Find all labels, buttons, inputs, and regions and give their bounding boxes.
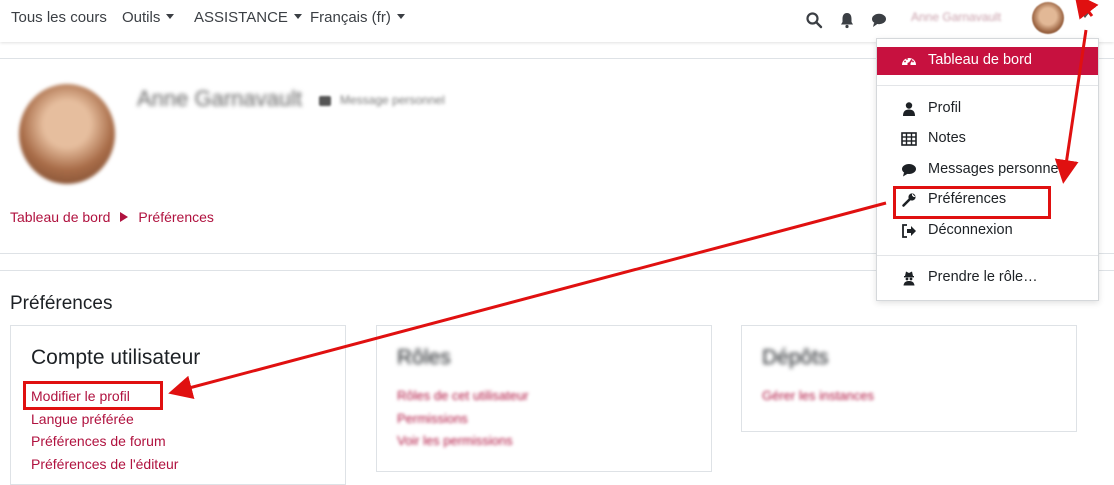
link-forum-preferences[interactable]: Préférences de forum [31,433,166,449]
table-icon [901,132,917,146]
nav-tools-label: Outils [122,9,161,26]
menu-divider [877,255,1098,256]
menu-item-label: Déconnexion [928,222,1013,238]
link-user-roles[interactable]: Rôles de cet utilisateur [397,388,529,403]
nav-all-courses[interactable]: Tous les cours [11,9,107,26]
link-preferred-language[interactable]: Langue préférée [31,411,134,427]
annotation-box-edit-profile [23,381,163,410]
envelope-icon [319,96,331,106]
card-title: Rôles [397,346,451,369]
nav-tools-menu[interactable]: Outils [122,9,175,26]
menu-item-label: Profil [928,100,962,116]
profile-avatar [19,84,115,184]
menu-item-label: Tableau de bord [928,52,1032,68]
comment-icon [902,164,916,177]
link-view-permissions[interactable]: Voir les permissions [397,433,513,448]
user-menu: Tableau de bord Profil Notes Messages pe… [876,38,1099,301]
menu-item-login-as-role[interactable]: Prendre le rôle… [877,264,1098,292]
chevron-down-icon [166,14,175,19]
menu-item-profile[interactable]: Profil [877,95,1098,123]
user-name[interactable]: Anne Garnavault [911,10,1001,24]
menu-item-logout[interactable]: Déconnexion [877,217,1098,245]
menu-item-label: Messages personnels [928,161,1070,177]
dashboard-icon [902,58,916,66]
card-title: Dépôts [762,346,829,369]
page-title: Préférences [10,293,113,314]
annotation-box-preferences [893,186,1051,219]
bell-icon[interactable] [838,11,856,29]
chat-icon[interactable] [870,11,888,29]
menu-item-dashboard[interactable]: Tableau de bord [877,47,1098,75]
message-link[interactable]: Message personnel [340,93,445,107]
menu-item-grades[interactable]: Notes [877,125,1098,153]
menu-item-label: Prendre le rôle… [928,269,1038,285]
nav-language-menu[interactable]: Français (fr) [310,9,405,26]
top-navbar: Tous les cours Outils ASSISTANCE Françai… [0,0,1114,42]
search-icon[interactable] [805,11,823,29]
nav-all-courses-label: Tous les cours [11,9,107,26]
nav-assistance-menu[interactable]: ASSISTANCE [194,9,302,26]
avatar[interactable] [1032,2,1064,34]
menu-item-messages[interactable]: Messages personnels [877,156,1098,184]
user-icon [903,102,915,116]
chevron-down-icon [396,14,405,19]
chevron-down-icon[interactable] [1081,13,1089,18]
breadcrumb-dashboard[interactable]: Tableau de bord [10,209,110,225]
card-repositories: Dépôts Gérer les instances [741,325,1077,432]
breadcrumb-separator-icon [120,212,129,222]
link-permissions[interactable]: Permissions [397,411,468,426]
breadcrumb: Tableau de bord Préférences [10,209,214,225]
nav-assistance-label: ASSISTANCE [194,9,288,26]
card-title: Compte utilisateur [31,346,201,369]
profile-name: Anne Garnavault [137,86,303,111]
menu-item-label: Notes [928,130,966,146]
breadcrumb-preferences[interactable]: Préférences [138,209,213,225]
sign-out-icon [902,224,916,238]
user-secret-icon [903,271,915,286]
link-manage-instances[interactable]: Gérer les instances [762,388,874,403]
card-roles: Rôles Rôles de cet utilisateur Permissio… [376,325,712,472]
nav-language-label: Français (fr) [310,9,391,26]
link-editor-preferences[interactable]: Préférences de l'éditeur [31,456,178,472]
chevron-down-icon [293,14,302,19]
menu-divider [877,85,1098,86]
